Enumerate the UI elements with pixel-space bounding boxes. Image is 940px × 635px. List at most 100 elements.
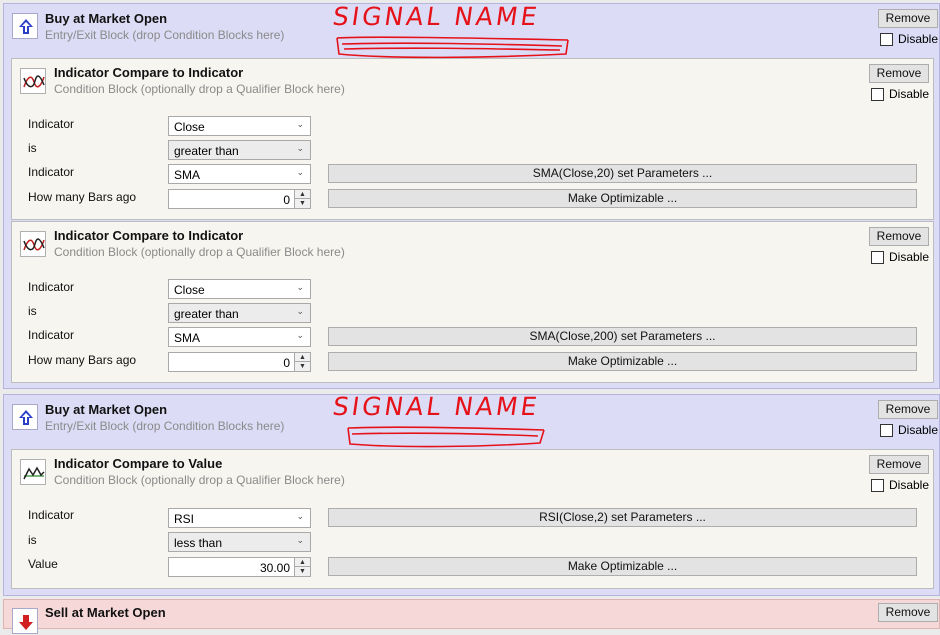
checkbox-box[interactable] bbox=[871, 479, 884, 492]
indicator2-select[interactable]: SMA ⌄ bbox=[168, 164, 311, 184]
operator-select[interactable]: greater than ⌄ bbox=[168, 303, 311, 323]
up-arrow-icon bbox=[12, 404, 38, 430]
set-parameters-button[interactable]: SMA(Close,200) set Parameters ... bbox=[328, 327, 917, 346]
checkbox-box[interactable] bbox=[871, 251, 884, 264]
caret-up-icon[interactable]: ▲ bbox=[295, 558, 310, 567]
indicator1-select[interactable]: Close ⌄ bbox=[168, 116, 311, 136]
indicator-wave-icon bbox=[20, 459, 46, 485]
remove-condition-button[interactable]: Remove bbox=[869, 227, 929, 246]
exit-block: Sell at Market Open Remove bbox=[3, 599, 940, 634]
caret-up-icon[interactable]: ▲ bbox=[295, 190, 310, 199]
set-parameters-button[interactable]: RSI(Close,2) set Parameters ... bbox=[328, 508, 917, 527]
disable-label: Disable bbox=[898, 423, 939, 437]
entry-block-subtitle: Entry/Exit Block (drop Condition Blocks … bbox=[45, 28, 285, 42]
caret-down-icon[interactable]: ▼ bbox=[295, 567, 310, 576]
indicator-select[interactable]: RSI ⌄ bbox=[168, 508, 311, 528]
select-value: greater than bbox=[174, 144, 239, 158]
disable-label: Disable bbox=[889, 250, 930, 264]
remove-condition-button[interactable]: Remove bbox=[869, 455, 929, 474]
row-label-bars-ago: How many Bars ago bbox=[28, 353, 137, 367]
select-value: greater than bbox=[174, 307, 239, 321]
stepper-buttons[interactable]: ▲ ▼ bbox=[294, 190, 310, 208]
chevron-down-icon: ⌄ bbox=[296, 511, 304, 521]
row-label-is: is bbox=[28, 304, 37, 318]
row-label-bars-ago: How many Bars ago bbox=[28, 190, 137, 204]
condition-subtitle: Condition Block (optionally drop a Quali… bbox=[54, 473, 345, 487]
condition-title: Indicator Compare to Indicator bbox=[54, 228, 244, 243]
operator-select[interactable]: greater than ⌄ bbox=[168, 140, 311, 160]
row-label-indicator: Indicator bbox=[28, 508, 75, 522]
row-label-is: is bbox=[28, 533, 37, 547]
annotation-scribble-underline-2 bbox=[347, 426, 545, 448]
remove-condition-button[interactable]: Remove bbox=[869, 64, 929, 83]
disable-condition-checkbox[interactable]: Disable bbox=[871, 87, 931, 102]
operator-select[interactable]: less than ⌄ bbox=[168, 532, 311, 552]
disable-entry-block-checkbox[interactable]: Disable bbox=[880, 423, 940, 438]
condition-title: Indicator Compare to Indicator bbox=[54, 65, 244, 80]
annotation-scribble-underline-1 bbox=[336, 36, 569, 59]
condition-title: Indicator Compare to Value bbox=[54, 456, 223, 471]
chevron-down-icon: ⌄ bbox=[296, 143, 304, 153]
condition-block-3: Indicator Compare to Value Condition Blo… bbox=[11, 449, 934, 589]
stepper-buttons[interactable]: ▲ ▼ bbox=[294, 558, 310, 576]
up-arrow-icon bbox=[12, 13, 38, 39]
caret-down-icon[interactable]: ▼ bbox=[295, 199, 310, 208]
disable-label: Disable bbox=[898, 32, 939, 46]
select-value: Close bbox=[174, 283, 205, 297]
make-optimizable-button[interactable]: Make Optimizable ... bbox=[328, 189, 917, 208]
chevron-down-icon: ⌄ bbox=[296, 167, 304, 177]
indicator2-select[interactable]: SMA ⌄ bbox=[168, 327, 311, 347]
checkbox-box[interactable] bbox=[880, 424, 893, 437]
stepper-buttons[interactable]: ▲ ▼ bbox=[294, 353, 310, 371]
select-value: SMA bbox=[174, 168, 201, 182]
chevron-down-icon: ⌄ bbox=[296, 306, 304, 316]
condition-block-2: Indicator Compare to Indicator Condition… bbox=[11, 221, 934, 383]
disable-condition-checkbox[interactable]: Disable bbox=[871, 250, 931, 265]
bars-ago-stepper[interactable]: 0 ▲ ▼ bbox=[168, 189, 311, 209]
entry-block-title: Buy at Market Open bbox=[45, 402, 168, 417]
chevron-down-icon: ⌄ bbox=[296, 330, 304, 340]
row-label-indicator-2: Indicator bbox=[28, 165, 75, 179]
stepper-value: 30.00 bbox=[259, 561, 290, 575]
select-value: less than bbox=[174, 536, 223, 550]
disable-label: Disable bbox=[889, 478, 930, 492]
value-stepper[interactable]: 30.00 ▲ ▼ bbox=[168, 557, 311, 577]
set-parameters-button[interactable]: SMA(Close,20) set Parameters ... bbox=[328, 164, 917, 183]
select-value: Close bbox=[174, 120, 205, 134]
signal-name-annotation-2: SIGNAL NAME bbox=[330, 392, 542, 421]
checkbox-box[interactable] bbox=[880, 33, 893, 46]
signal-name-annotation-1: SIGNAL NAME bbox=[330, 2, 542, 31]
row-label-indicator: Indicator bbox=[28, 117, 75, 131]
caret-down-icon[interactable]: ▼ bbox=[295, 362, 310, 371]
condition-subtitle: Condition Block (optionally drop a Quali… bbox=[54, 82, 345, 96]
row-label-indicator-2: Indicator bbox=[28, 328, 75, 342]
checkbox-box[interactable] bbox=[871, 88, 884, 101]
indicator-cross-icon bbox=[20, 231, 46, 257]
condition-subtitle: Condition Block (optionally drop a Quali… bbox=[54, 245, 345, 259]
row-label-value: Value bbox=[28, 557, 58, 571]
stepper-value: 0 bbox=[283, 193, 290, 207]
down-arrow-icon bbox=[12, 608, 38, 634]
disable-entry-block-checkbox[interactable]: Disable bbox=[880, 32, 940, 47]
entry-block-title: Buy at Market Open bbox=[45, 11, 168, 26]
indicator1-select[interactable]: Close ⌄ bbox=[168, 279, 311, 299]
exit-block-title: Sell at Market Open bbox=[45, 605, 166, 620]
make-optimizable-button[interactable]: Make Optimizable ... bbox=[328, 557, 917, 576]
disable-label: Disable bbox=[889, 87, 930, 101]
select-value: RSI bbox=[174, 512, 195, 526]
stepper-value: 0 bbox=[283, 356, 290, 370]
row-label-indicator: Indicator bbox=[28, 280, 75, 294]
condition-block-1: Indicator Compare to Indicator Condition… bbox=[11, 58, 934, 220]
remove-entry-block-button[interactable]: Remove bbox=[878, 400, 938, 419]
make-optimizable-button[interactable]: Make Optimizable ... bbox=[328, 352, 917, 371]
indicator-cross-icon bbox=[20, 68, 46, 94]
caret-up-icon[interactable]: ▲ bbox=[295, 353, 310, 362]
entry-block-subtitle: Entry/Exit Block (drop Condition Blocks … bbox=[45, 419, 285, 433]
remove-exit-block-button[interactable]: Remove bbox=[878, 603, 938, 622]
row-label-is: is bbox=[28, 141, 37, 155]
select-value: SMA bbox=[174, 331, 201, 345]
bars-ago-stepper[interactable]: 0 ▲ ▼ bbox=[168, 352, 311, 372]
disable-condition-checkbox[interactable]: Disable bbox=[871, 478, 931, 493]
chevron-down-icon: ⌄ bbox=[296, 119, 304, 129]
remove-entry-block-button[interactable]: Remove bbox=[878, 9, 938, 28]
